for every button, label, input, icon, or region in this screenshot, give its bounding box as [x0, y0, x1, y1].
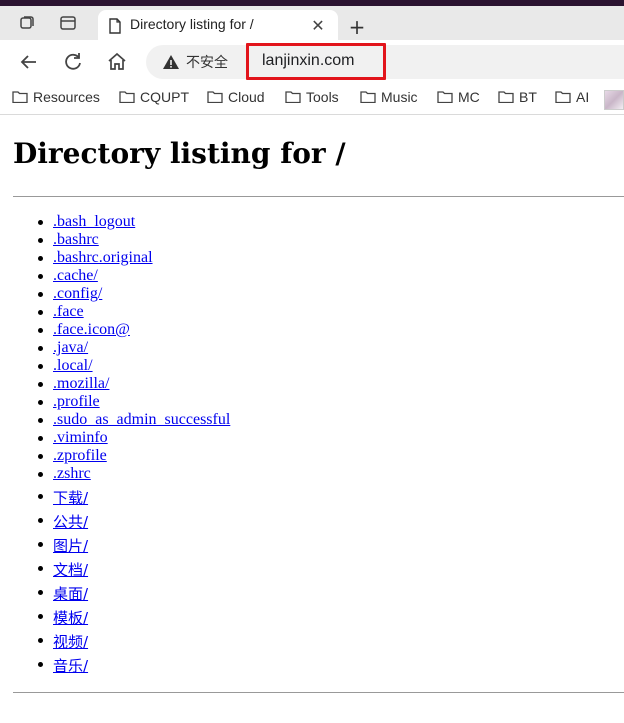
bookmark-cqupt[interactable]: CQUPT	[119, 89, 189, 109]
bookmark-avatar-icon[interactable]	[604, 90, 624, 110]
bookmarks-bar: Resources CQUPT Cloud Tools Music MC BT …	[0, 84, 624, 115]
file-link[interactable]: 公共/	[53, 511, 88, 532]
bullet	[38, 418, 43, 423]
bullet	[38, 328, 43, 333]
bullet	[38, 518, 43, 523]
bullet	[38, 542, 43, 547]
bullet	[38, 382, 43, 387]
file-link[interactable]: .cache/	[53, 267, 98, 285]
bookmark-cloud[interactable]: Cloud	[207, 89, 265, 109]
page-heading: Directory listing for /	[13, 137, 346, 170]
tab-title: Directory listing for /	[130, 16, 254, 32]
tab-strip: Directory listing for / ✕ +	[0, 6, 624, 40]
file-link[interactable]: .viminfo	[53, 429, 108, 447]
bullet	[38, 662, 43, 667]
bullet	[38, 346, 43, 351]
file-link[interactable]: .profile	[53, 393, 100, 411]
file-link[interactable]: .bashrc.original	[53, 249, 153, 267]
bookmark-tools[interactable]: Tools	[285, 89, 339, 109]
bullet	[38, 566, 43, 571]
new-tab-icon[interactable]: +	[346, 16, 368, 38]
file-link[interactable]: .sudo_as_admin_successful	[53, 411, 230, 429]
file-link[interactable]: .mozilla/	[53, 375, 109, 393]
bullet	[38, 364, 43, 369]
warning-icon[interactable]	[162, 53, 180, 71]
bookmark-music[interactable]: Music	[360, 89, 418, 109]
file-link[interactable]: 图片/	[53, 535, 88, 556]
bullet	[38, 436, 43, 441]
bullet	[38, 292, 43, 297]
file-link[interactable]: .zshrc	[53, 465, 91, 483]
file-link[interactable]: .bashrc	[53, 231, 99, 249]
security-label[interactable]: 不安全	[186, 52, 228, 72]
bullet	[38, 638, 43, 643]
file-link[interactable]: .java/	[53, 339, 88, 357]
bullet	[38, 590, 43, 595]
folder-icon	[498, 91, 514, 103]
folder-icon	[285, 91, 301, 103]
tab-close-icon[interactable]: ✕	[308, 16, 328, 36]
file-link[interactable]: .local/	[53, 357, 93, 375]
folder-icon	[12, 91, 28, 103]
page-content: Directory listing for / .bash_logout .ba…	[0, 115, 624, 723]
folder-icon	[437, 91, 453, 103]
folder-icon	[360, 91, 376, 103]
file-link[interactable]: 音乐/	[53, 655, 88, 676]
folder-icon	[207, 91, 223, 103]
bullet	[38, 256, 43, 261]
document-icon	[109, 18, 121, 34]
url-highlight-box	[246, 43, 386, 80]
file-link[interactable]: 桌面/	[53, 583, 88, 604]
file-link[interactable]: .config/	[53, 285, 102, 303]
folder-icon	[119, 91, 135, 103]
bullet	[38, 472, 43, 477]
divider-bottom	[13, 692, 624, 693]
bullet	[38, 310, 43, 315]
bullet	[38, 494, 43, 499]
reload-icon[interactable]	[61, 50, 85, 74]
bookmark-ai[interactable]: AI	[555, 89, 589, 109]
file-link[interactable]: 下载/	[53, 487, 88, 508]
file-link[interactable]: .bash_logout	[53, 213, 135, 231]
file-link[interactable]: 视频/	[53, 631, 88, 652]
bookmark-bt[interactable]: BT	[498, 89, 537, 109]
file-link[interactable]: 文档/	[53, 559, 88, 580]
folder-icon	[555, 91, 571, 103]
tab-search-icon[interactable]	[59, 14, 77, 32]
file-link[interactable]: .face.icon@	[53, 321, 130, 339]
file-link[interactable]: .zprofile	[53, 447, 107, 465]
bookmark-resources[interactable]: Resources	[12, 89, 100, 109]
divider-top	[13, 196, 624, 197]
home-icon[interactable]	[105, 50, 129, 74]
bullet	[38, 614, 43, 619]
tab-groups-icon[interactable]	[18, 14, 36, 32]
bullet	[38, 220, 43, 225]
bullet	[38, 274, 43, 279]
bookmark-mc[interactable]: MC	[437, 89, 480, 109]
active-tab[interactable]: Directory listing for / ✕	[98, 10, 338, 40]
bullet	[38, 454, 43, 459]
back-icon[interactable]	[17, 50, 41, 74]
file-link[interactable]: .face	[53, 303, 84, 321]
file-link[interactable]: 模板/	[53, 607, 88, 628]
bullet	[38, 238, 43, 243]
bullet	[38, 400, 43, 405]
